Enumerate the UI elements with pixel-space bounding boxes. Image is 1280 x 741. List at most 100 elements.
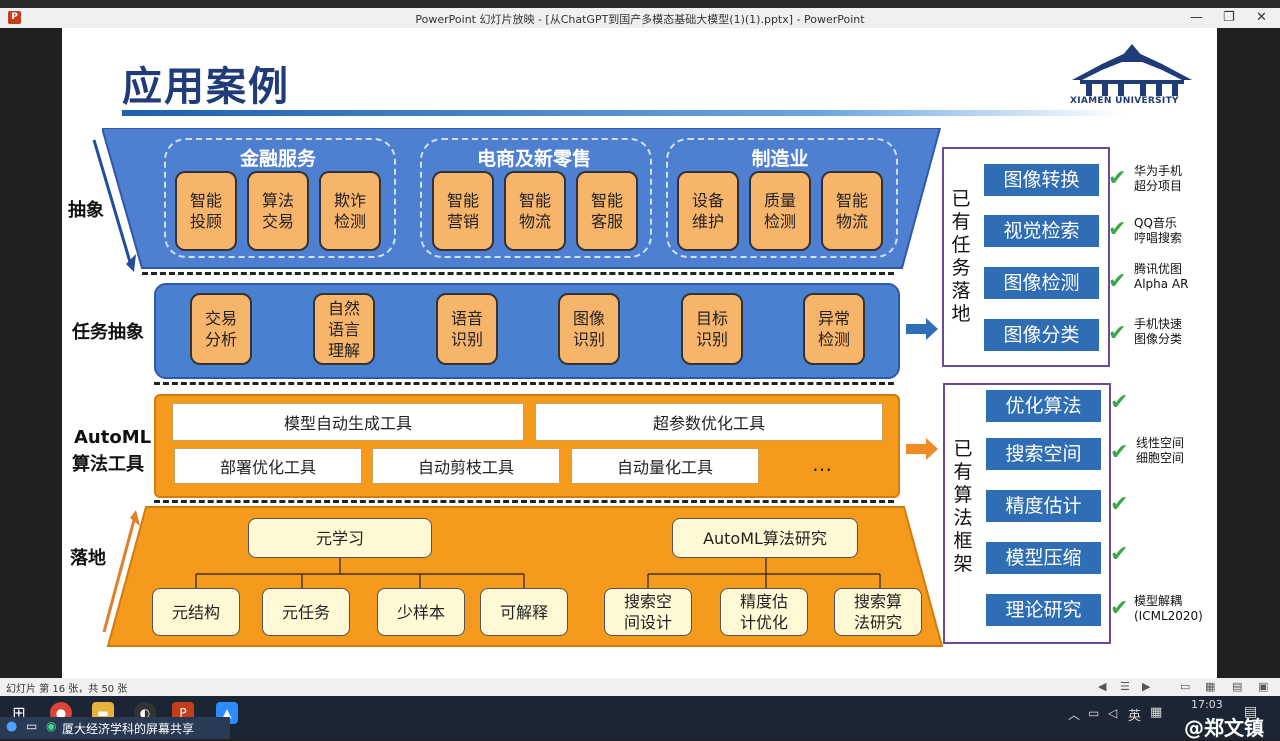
industry-item: 算法 交易 xyxy=(247,171,309,251)
landing-item: 可解释 xyxy=(480,588,568,636)
clock-time[interactable]: 17:03 xyxy=(1191,698,1223,711)
right-arrow-icon xyxy=(906,318,938,340)
title-underline xyxy=(122,110,1122,116)
right-arrow-icon xyxy=(906,438,938,460)
user-icon: ● xyxy=(6,719,18,734)
algo-framework-label: 已有 算法 框架 xyxy=(953,438,973,575)
watermark: @郑文镇 xyxy=(1184,716,1264,740)
deployed-task: 图像分类 xyxy=(984,319,1099,351)
check-icon: ✔ xyxy=(1110,440,1129,465)
check-icon: ✔ xyxy=(1108,321,1127,346)
deployed-task: 图像转换 xyxy=(984,164,1099,196)
screen-share-text: 厦大经济学科的屏幕共享 xyxy=(62,722,195,736)
divider xyxy=(154,382,894,385)
task-item: 语音 识别 xyxy=(436,293,498,365)
task-band xyxy=(154,283,900,379)
logo-text: XIAMEN UNIVERSITY xyxy=(1070,96,1179,106)
minimize-button[interactable]: — xyxy=(1190,10,1203,25)
slide: 应用案例 XIAMEN UNIVERSITY 抽象 任务抽象 AutoML 算法… xyxy=(62,28,1217,678)
landing-item: 元任务 xyxy=(262,588,350,636)
task-note: 腾讯优图 Alpha AR xyxy=(1134,262,1189,291)
check-icon: ✔ xyxy=(1108,166,1127,191)
network-icon[interactable]: ▭ xyxy=(1088,706,1099,720)
landing-item: 元学习 xyxy=(248,518,432,558)
divider xyxy=(142,272,894,275)
microphone-icon: ◉ xyxy=(46,719,57,733)
industry-item: 智能 营销 xyxy=(432,171,494,251)
window-title: PowerPoint 幻灯片放映 - [从ChatGPT到国产多模态基础大模型(… xyxy=(415,13,865,26)
check-icon: ✔ xyxy=(1108,269,1127,294)
landing-item: 精度估 计优化 xyxy=(720,588,808,636)
landing-item: 元结构 xyxy=(152,588,240,636)
slide-title: 应用案例 xyxy=(122,64,290,110)
restore-button[interactable]: ❐ xyxy=(1223,10,1235,25)
industry-item: 智能 物流 xyxy=(504,171,566,251)
industry-item: 设备 维护 xyxy=(677,171,739,251)
screen-share-icon: ▭ xyxy=(26,719,38,733)
check-icon: ✔ xyxy=(1110,542,1129,567)
deployed-task: 视觉检索 xyxy=(984,215,1099,247)
window-titlebar: P PowerPoint 幻灯片放映 - [从ChatGPT到国产多模态基础大模… xyxy=(0,0,1280,28)
normal-view-icon[interactable]: ▭ xyxy=(1180,680,1190,693)
task-note: 华为手机 超分项目 xyxy=(1134,164,1183,193)
check-icon: ✔ xyxy=(1110,596,1129,621)
task-item: 交易 分析 xyxy=(190,293,252,365)
divider xyxy=(154,500,894,503)
deployed-task: 图像检测 xyxy=(984,267,1099,299)
task-item: 自然 语言 理解 xyxy=(313,293,375,365)
label-abstract: 抽象 xyxy=(68,200,104,221)
screen-share-bar: ● ▭ ◉ 厦大经济学科的屏幕共享 xyxy=(0,717,230,739)
task-note: QQ音乐 哼唱搜索 xyxy=(1134,216,1183,245)
task-item: 异常 检测 xyxy=(803,293,865,365)
industry-item: 质量 检测 xyxy=(749,171,811,251)
landing-item: 搜索空 间设计 xyxy=(604,588,692,636)
algo-note: 线性空间 细胞空间 xyxy=(1136,436,1185,465)
tool-item: 自动剪枝工具 xyxy=(372,448,560,484)
xmu-building-icon xyxy=(1072,44,1192,96)
industry-item: 欺诈 检测 xyxy=(319,171,381,251)
landing-item: 少样本 xyxy=(377,588,465,636)
deployed-tasks-label: 已有 任务 落地 xyxy=(951,188,971,325)
group-ecommerce-label: 电商及新零售 xyxy=(476,148,591,170)
algo-item: 搜索空间 xyxy=(986,438,1101,470)
slide-counter: 幻灯片 第 16 张，共 50 张 xyxy=(6,684,128,695)
label-landing: 落地 xyxy=(70,548,106,569)
tool-item: 超参数优化工具 xyxy=(535,403,883,441)
tools-more: … xyxy=(812,452,832,476)
algo-note: 模型解耦 (ICML2020) xyxy=(1134,594,1203,623)
next-slide-icon[interactable]: ▶ xyxy=(1142,680,1150,693)
task-item: 图像 识别 xyxy=(558,293,620,365)
algo-item: 模型压缩 xyxy=(986,542,1101,574)
tool-item: 自动量化工具 xyxy=(571,448,759,484)
task-note: 手机快速 图像分类 xyxy=(1134,317,1183,346)
group-manufacturing-label: 制造业 xyxy=(751,148,809,170)
status-bar: 幻灯片 第 16 张，共 50 张 ◀ ☰ ▶ ▭ ▦ ▤ ▣ xyxy=(0,678,1280,696)
slideshow-view-icon[interactable]: ▣ xyxy=(1258,680,1268,693)
industry-item: 智能 投顾 xyxy=(175,171,237,251)
ime-icon[interactable]: ▦ xyxy=(1150,705,1162,720)
sorter-view-icon[interactable]: ▦ xyxy=(1205,680,1215,693)
input-language[interactable]: 英 xyxy=(1128,705,1141,724)
landing-item: 搜索算 法研究 xyxy=(834,588,922,636)
task-item: 目标 识别 xyxy=(681,293,743,365)
tray-chevron-icon[interactable]: ︿ xyxy=(1068,706,1080,723)
volume-icon[interactable]: ◁ xyxy=(1108,706,1117,720)
taskbar: ⊞ ● ▬ ◐ P ▲ ● ▭ ◉ 厦大经济学科的屏幕共享 ︿ ▭ ◁ 英 ▦ … xyxy=(0,696,1280,740)
algo-item: 优化算法 xyxy=(986,390,1101,422)
industry-item: 智能 物流 xyxy=(821,171,883,251)
prev-slide-icon[interactable]: ◀ xyxy=(1098,680,1106,693)
group-finance-label: 金融服务 xyxy=(239,148,316,170)
reading-view-icon[interactable]: ▤ xyxy=(1232,680,1242,693)
industry-item: 智能 客服 xyxy=(576,171,638,251)
menu-icon[interactable]: ☰ xyxy=(1120,680,1130,693)
label-task-abstract: 任务抽象 xyxy=(72,322,144,343)
tool-item: 部署优化工具 xyxy=(174,448,362,484)
algo-item: 精度估计 xyxy=(986,490,1101,522)
check-icon: ✔ xyxy=(1110,492,1129,517)
xmu-logo: XIAMEN UNIVERSITY xyxy=(1062,42,1202,112)
tool-item: 模型自动生成工具 xyxy=(172,403,524,441)
landing-item: AutoML算法研究 xyxy=(672,518,858,558)
check-icon: ✔ xyxy=(1108,217,1127,242)
check-icon: ✔ xyxy=(1110,390,1129,415)
close-button[interactable]: ✕ xyxy=(1256,10,1267,25)
